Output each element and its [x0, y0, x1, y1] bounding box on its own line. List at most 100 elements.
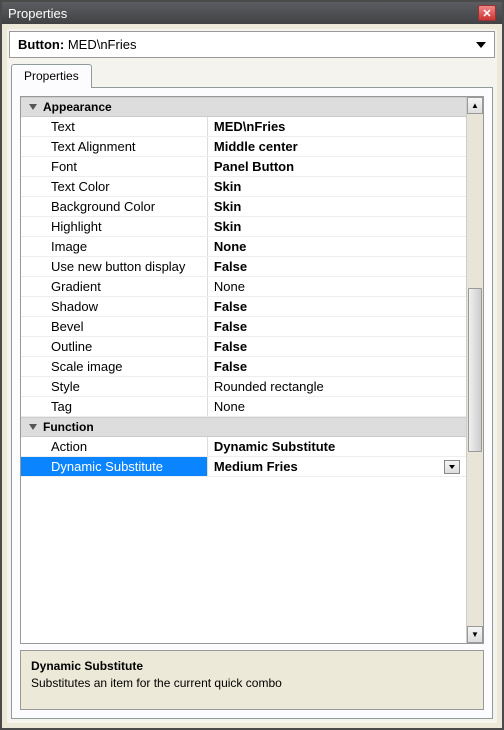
tab-properties[interactable]: Properties: [11, 64, 92, 88]
property-value-text: False: [214, 259, 247, 274]
window-titlebar: Properties ✕: [2, 2, 502, 24]
property-label: Text Alignment: [21, 137, 208, 156]
property-row[interactable]: Text MED\nFries: [21, 117, 466, 137]
property-label: Background Color: [21, 197, 208, 216]
property-value-text: Skin: [214, 219, 241, 234]
description-panel: Dynamic Substitute Substitutes an item f…: [20, 650, 484, 710]
property-grid: Appearance Text MED\nFries Text Alignment Mi…: [21, 97, 466, 643]
property-value[interactable]: MED\nFries: [208, 117, 466, 136]
property-row[interactable]: Style Rounded rectangle: [21, 377, 466, 397]
close-icon: ✕: [482, 7, 491, 20]
property-row[interactable]: Shadow False: [21, 297, 466, 317]
property-value[interactable]: Skin: [208, 197, 466, 216]
property-label: Highlight: [21, 217, 208, 236]
property-label: Tag: [21, 397, 208, 416]
property-label: Style: [21, 377, 208, 396]
property-value-text: None: [214, 399, 245, 414]
property-value[interactable]: Skin: [208, 177, 466, 196]
property-label: Scale image: [21, 357, 208, 376]
scroll-track-top: [467, 114, 483, 287]
property-value[interactable]: False: [208, 317, 466, 336]
property-label: Dynamic Substitute: [21, 457, 208, 476]
property-row[interactable]: Use new button display False: [21, 257, 466, 277]
property-value-text: False: [214, 339, 247, 354]
collapse-icon: [29, 104, 37, 110]
property-value-text: Medium Fries: [214, 459, 298, 474]
category-name: Appearance: [43, 100, 112, 114]
property-row[interactable]: Highlight Skin: [21, 217, 466, 237]
property-value-text: Rounded rectangle: [214, 379, 324, 394]
scroll-up-button[interactable]: ▲: [467, 97, 483, 114]
property-label: Image: [21, 237, 208, 256]
property-row[interactable]: Tag None: [21, 397, 466, 417]
object-header-text: Button: MED\nFries: [18, 37, 136, 52]
property-row[interactable]: Image None: [21, 237, 466, 257]
category-header[interactable]: Function: [21, 417, 466, 437]
property-value[interactable]: False: [208, 257, 466, 276]
property-value[interactable]: Panel Button: [208, 157, 466, 176]
property-row[interactable]: Background Color Skin: [21, 197, 466, 217]
property-value-text: Skin: [214, 179, 241, 194]
property-value[interactable]: Dynamic Substitute: [208, 437, 466, 456]
property-grid-container: Appearance Text MED\nFries Text Alignment Mi…: [20, 96, 484, 644]
description-text: Substitutes an item for the current quic…: [31, 676, 473, 690]
property-value[interactable]: None: [208, 397, 466, 416]
property-value[interactable]: False: [208, 297, 466, 316]
property-value-text: MED\nFries: [214, 119, 286, 134]
object-label: Button:: [18, 37, 64, 52]
window-content: Button: MED\nFries Properties Appearance…: [2, 24, 502, 728]
property-row[interactable]: Font Panel Button: [21, 157, 466, 177]
property-value[interactable]: Middle center: [208, 137, 466, 156]
property-row[interactable]: Action Dynamic Substitute: [21, 437, 466, 457]
property-value-text: Panel Button: [214, 159, 294, 174]
property-value[interactable]: None: [208, 277, 466, 296]
property-label: Text: [21, 117, 208, 136]
property-row[interactable]: Dynamic Substitute Medium Fries: [21, 457, 466, 477]
description-title: Dynamic Substitute: [31, 659, 473, 673]
property-value-text: Skin: [214, 199, 241, 214]
tab-strip: Properties: [11, 64, 493, 87]
property-value[interactable]: False: [208, 337, 466, 356]
property-label: Action: [21, 437, 208, 456]
property-row[interactable]: Gradient None: [21, 277, 466, 297]
object-header[interactable]: Button: MED\nFries: [9, 31, 495, 58]
property-label: Shadow: [21, 297, 208, 316]
category-name: Function: [43, 420, 94, 434]
close-button[interactable]: ✕: [478, 5, 496, 21]
property-value-text: False: [214, 359, 247, 374]
window-title: Properties: [8, 6, 67, 21]
property-row[interactable]: Bevel False: [21, 317, 466, 337]
property-label: Use new button display: [21, 257, 208, 276]
property-value-text: None: [214, 239, 247, 254]
property-label: Bevel: [21, 317, 208, 336]
property-value-text: False: [214, 319, 247, 334]
properties-window: Properties ✕ Button: MED\nFries Properti…: [0, 0, 504, 730]
property-label: Gradient: [21, 277, 208, 296]
dropdown-button[interactable]: [444, 460, 460, 474]
property-row[interactable]: Scale image False: [21, 357, 466, 377]
property-value-text: Middle center: [214, 139, 298, 154]
scroll-thumb[interactable]: [468, 288, 482, 452]
property-value[interactable]: Medium Fries: [208, 457, 466, 476]
chevron-down-icon: [449, 465, 455, 469]
property-label: Outline: [21, 337, 208, 356]
property-row[interactable]: Text Color Skin: [21, 177, 466, 197]
tab-panel: Appearance Text MED\nFries Text Alignment Mi…: [11, 87, 493, 719]
property-value[interactable]: Rounded rectangle: [208, 377, 466, 396]
property-value-text: None: [214, 279, 245, 294]
collapse-icon: [29, 424, 37, 430]
scroll-down-button[interactable]: ▼: [467, 626, 483, 643]
property-value[interactable]: Skin: [208, 217, 466, 236]
category-header[interactable]: Appearance: [21, 97, 466, 117]
property-value-text: Dynamic Substitute: [214, 439, 335, 454]
property-row[interactable]: Text Alignment Middle center: [21, 137, 466, 157]
vertical-scrollbar[interactable]: ▲ ▼: [466, 97, 483, 643]
property-value-text: False: [214, 299, 247, 314]
property-label: Text Color: [21, 177, 208, 196]
object-value: MED\nFries: [68, 37, 137, 52]
chevron-down-icon[interactable]: [476, 42, 486, 48]
property-value[interactable]: None: [208, 237, 466, 256]
property-row[interactable]: Outline False: [21, 337, 466, 357]
property-label: Font: [21, 157, 208, 176]
property-value[interactable]: False: [208, 357, 466, 376]
